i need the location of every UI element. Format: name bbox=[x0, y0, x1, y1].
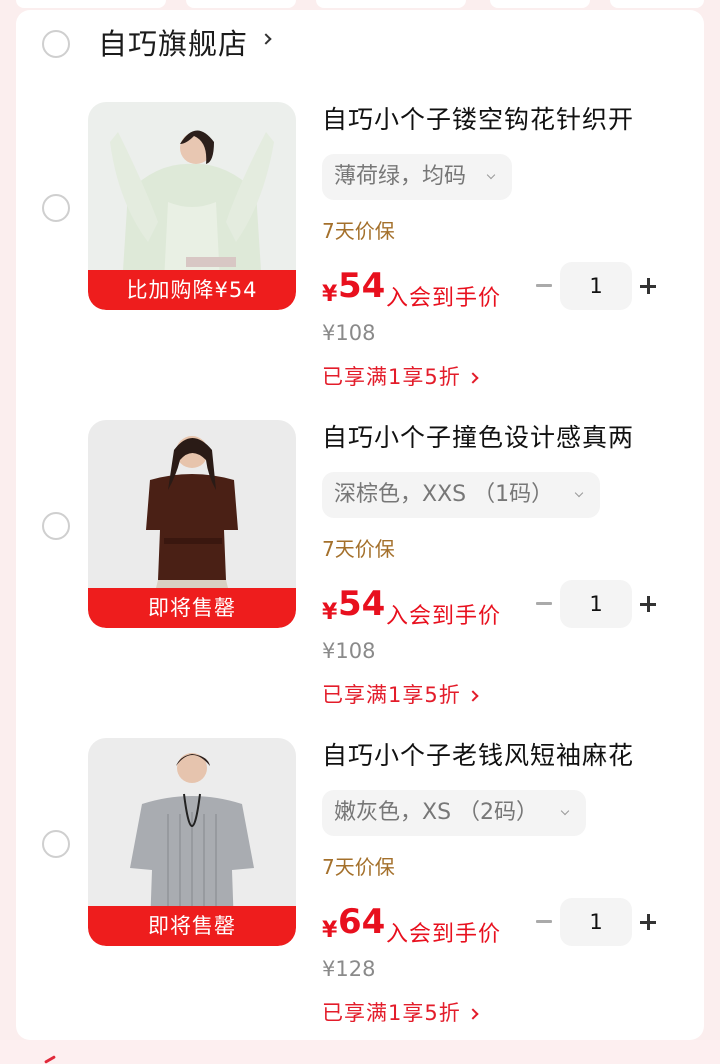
item-select-radio-icon[interactable] bbox=[42, 194, 70, 222]
currency-symbol: ¥ bbox=[322, 282, 338, 307]
original-price: ¥108 bbox=[322, 321, 376, 345]
minus-icon[interactable] bbox=[536, 920, 552, 923]
discount-label: 已享满1享5折 bbox=[322, 365, 461, 389]
discount-link[interactable]: 已享满1享5折 bbox=[322, 998, 479, 1028]
quantity-value[interactable]: 1 bbox=[560, 898, 632, 946]
price-guarantee-tag: 7天价保 bbox=[322, 219, 395, 243]
product-title[interactable]: 自巧小个子老钱风短袖麻花 bbox=[322, 738, 662, 774]
promo-badge: 比加购降¥54 bbox=[88, 270, 296, 310]
currency-symbol: ¥ bbox=[322, 918, 338, 943]
sku-label: 薄荷绿，均码 bbox=[334, 164, 467, 189]
price-note: 入会到手价 bbox=[386, 922, 502, 947]
price-value: 54 bbox=[338, 266, 386, 306]
product-title[interactable]: 自巧小个子镂空钩花针织开 bbox=[322, 102, 662, 138]
sku-label: 深棕色，XXS （1码） bbox=[334, 482, 554, 507]
chevron-right-icon bbox=[467, 690, 479, 702]
price-note: 入会到手价 bbox=[386, 604, 502, 629]
chevron-down-icon bbox=[560, 806, 570, 816]
chevron-right-icon bbox=[467, 1008, 479, 1020]
sku-selector[interactable]: 嫩灰色，XS （2码） bbox=[322, 790, 586, 836]
plus-icon[interactable] bbox=[640, 914, 656, 930]
bottom-bar bbox=[0, 1040, 720, 1064]
minus-icon[interactable] bbox=[536, 284, 552, 287]
product-image[interactable]: 即将售罄 bbox=[88, 420, 296, 628]
item-select-radio-icon[interactable] bbox=[42, 830, 70, 858]
sku-selector[interactable]: 薄荷绿，均码 bbox=[322, 154, 512, 200]
top-tab-strip bbox=[0, 0, 720, 10]
chevron-down-icon bbox=[486, 170, 496, 180]
discount-link[interactable]: 已享满1享5折 bbox=[322, 362, 479, 392]
price-guarantee-tag: 7天价保 bbox=[322, 537, 395, 561]
store-name[interactable]: 自巧旗舰店 bbox=[98, 22, 248, 66]
top-tab[interactable] bbox=[610, 0, 704, 8]
discount-link[interactable]: 已享满1享5折 bbox=[322, 680, 479, 710]
sku-label: 嫩灰色，XS （2码） bbox=[334, 800, 539, 825]
price-note: 入会到手价 bbox=[386, 286, 502, 311]
top-tab[interactable] bbox=[316, 0, 466, 8]
chevron-down-icon bbox=[574, 488, 584, 498]
promo-badge: 即将售罄 bbox=[88, 588, 296, 628]
currency-symbol: ¥ bbox=[322, 600, 338, 625]
top-tab[interactable] bbox=[16, 0, 166, 8]
original-price: ¥108 bbox=[322, 639, 376, 663]
quantity-value[interactable]: 1 bbox=[560, 580, 632, 628]
store-select-radio-icon[interactable] bbox=[42, 30, 70, 58]
sku-selector[interactable]: 深棕色，XXS （1码） bbox=[322, 472, 600, 518]
top-tab[interactable] bbox=[490, 0, 590, 8]
chevron-right-icon bbox=[467, 372, 479, 384]
price-value: 54 bbox=[338, 584, 386, 624]
product-image[interactable]: 即将售罄 bbox=[88, 738, 296, 946]
top-tab[interactable] bbox=[186, 0, 296, 8]
plus-icon[interactable] bbox=[640, 596, 656, 612]
quantity-value[interactable]: 1 bbox=[560, 262, 632, 310]
product-title[interactable]: 自巧小个子撞色设计感真两 bbox=[322, 420, 662, 456]
plus-icon[interactable] bbox=[640, 278, 656, 294]
discount-label: 已享满1享5折 bbox=[322, 683, 461, 707]
item-select-radio-icon[interactable] bbox=[42, 512, 70, 540]
minus-icon[interactable] bbox=[536, 602, 552, 605]
promo-badge: 即将售罄 bbox=[88, 906, 296, 946]
original-price: ¥128 bbox=[322, 957, 376, 981]
price-value: 64 bbox=[338, 902, 386, 942]
product-image[interactable]: 比加购降¥54 bbox=[88, 102, 296, 310]
price-guarantee-tag: 7天价保 bbox=[322, 855, 395, 879]
discount-label: 已享满1享5折 bbox=[322, 1001, 461, 1025]
